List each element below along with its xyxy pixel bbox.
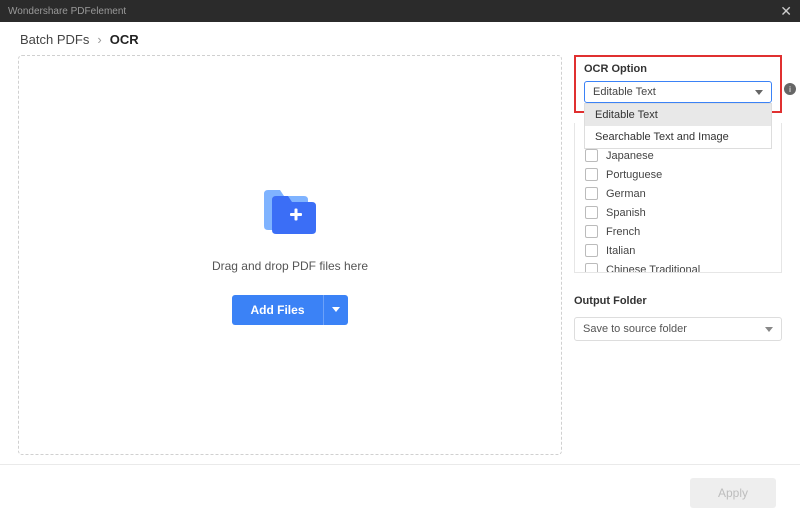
ocr-option-item[interactable]: Searchable Text and Image (585, 126, 771, 148)
language-item[interactable]: French (575, 222, 781, 241)
info-icon[interactable]: i (784, 83, 796, 95)
language-item[interactable]: Spanish (575, 203, 781, 222)
language-item[interactable]: Italian (575, 241, 781, 260)
chevron-right-icon: › (97, 32, 101, 47)
chevron-down-icon (332, 307, 340, 312)
breadcrumb-parent[interactable]: Batch PDFs (20, 32, 89, 47)
breadcrumb-current: OCR (110, 32, 139, 47)
options-panel: OCR Option Editable Text Editable Text S… (574, 55, 782, 455)
output-folder-selected: Save to source folder (583, 323, 687, 335)
breadcrumb: Batch PDFs › OCR (0, 22, 800, 55)
ocr-option-box: OCR Option Editable Text Editable Text S… (574, 55, 782, 113)
footer: Apply (0, 464, 800, 520)
add-folder-icon (262, 186, 318, 239)
app-title: Wondershare PDFelement (8, 6, 126, 17)
checkbox-icon[interactable] (585, 149, 598, 162)
drop-hint-text: Drag and drop PDF files here (212, 259, 368, 273)
checkbox-icon[interactable] (585, 168, 598, 181)
language-item[interactable]: German (575, 184, 781, 203)
ocr-option-select[interactable]: Editable Text (584, 81, 772, 103)
chevron-down-icon (755, 90, 763, 95)
ocr-option-label: OCR Option (584, 63, 772, 75)
file-dropzone[interactable]: Drag and drop PDF files here Add Files (18, 55, 562, 455)
add-files-dropdown-button[interactable] (323, 295, 348, 325)
output-folder-select[interactable]: Save to source folder (574, 317, 782, 341)
close-icon[interactable]: ✕ (780, 3, 792, 20)
language-item[interactable]: Chinese Traditional (575, 260, 781, 273)
titlebar: Wondershare PDFelement ✕ (0, 0, 800, 22)
checkbox-icon[interactable] (585, 187, 598, 200)
ocr-option-item[interactable]: Editable Text (585, 104, 771, 126)
ocr-option-selected: Editable Text (593, 86, 656, 98)
checkbox-icon[interactable] (585, 263, 598, 273)
add-files-button[interactable]: Add Files (232, 295, 322, 325)
output-folder-label: Output Folder (574, 295, 782, 307)
ocr-option-dropdown: Editable Text Searchable Text and Image (584, 103, 772, 149)
chevron-down-icon (765, 327, 773, 332)
language-item[interactable]: Portuguese (575, 165, 781, 184)
apply-button[interactable]: Apply (690, 478, 776, 508)
checkbox-icon[interactable] (585, 225, 598, 238)
checkbox-icon[interactable] (585, 206, 598, 219)
checkbox-icon[interactable] (585, 244, 598, 257)
